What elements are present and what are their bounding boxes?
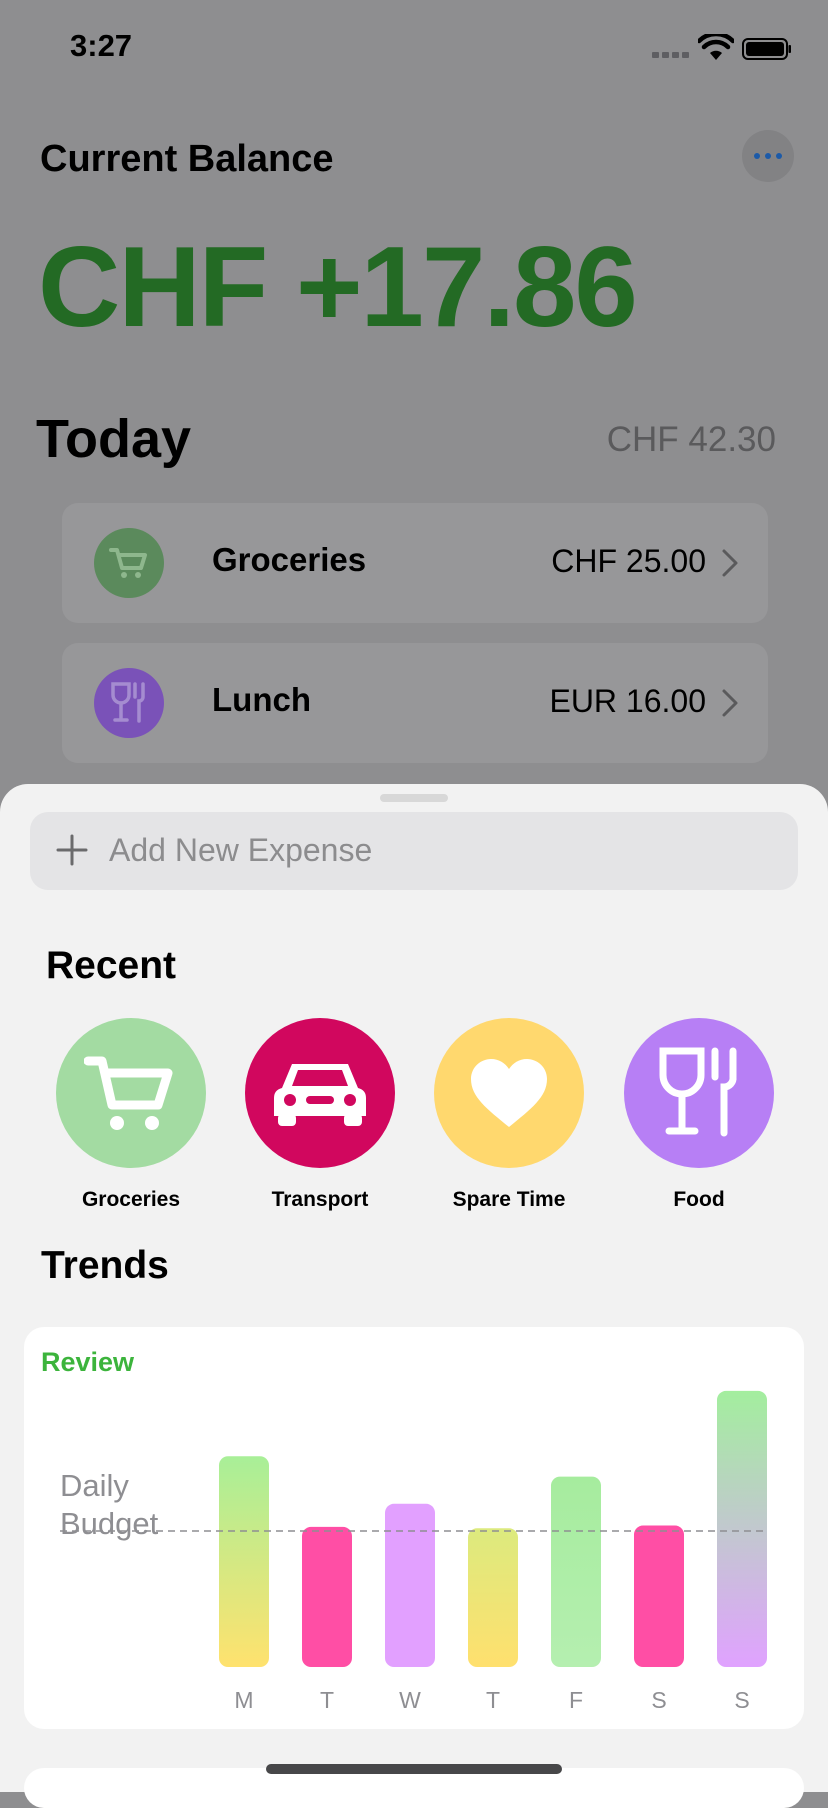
bar-6[interactable] (717, 1390, 767, 1667)
recent-label: Spare Time (452, 1188, 566, 1211)
trends-card[interactable]: Review Daily Budget MTWTFSS (24, 1327, 804, 1729)
chevron-right-icon (722, 549, 738, 577)
food-icon (94, 668, 164, 738)
bar-4[interactable] (551, 1476, 601, 1667)
recent-spare-time[interactable]: Spare Time (414, 1018, 604, 1212)
expense-amount: EUR 16.00 (549, 683, 706, 719)
weekly-spending-chart: MTWTFSS (60, 1390, 768, 1713)
day-label: M (234, 1687, 253, 1713)
bar-3[interactable] (468, 1528, 518, 1667)
expense-amount: CHF 25.00 (551, 543, 706, 579)
chevron-right-icon (722, 689, 738, 717)
status-time: 3:27 (70, 28, 133, 63)
expense-row-groceries[interactable]: Groceries CHF 25.00 (62, 503, 768, 623)
recent-label: Transport (271, 1188, 369, 1211)
day-label: T (320, 1687, 334, 1713)
home-indicator (266, 1764, 562, 1774)
add-expense-field[interactable]: Add New Expense (30, 812, 798, 890)
recent-label: Food (673, 1188, 725, 1211)
today-heading: Today (36, 409, 192, 469)
bar-0[interactable] (219, 1456, 269, 1667)
day-label: F (569, 1687, 583, 1713)
today-total: CHF 42.30 (606, 420, 776, 459)
heart-icon (434, 1018, 584, 1168)
expense-row-lunch[interactable]: Lunch EUR 16.00 (62, 643, 768, 763)
recent-heading: Recent (46, 944, 177, 987)
car-icon (245, 1018, 395, 1168)
battery-icon (742, 38, 791, 60)
day-label: S (734, 1687, 749, 1713)
expense-name: Lunch (212, 681, 311, 718)
bar-2[interactable] (385, 1503, 435, 1667)
bottom-sheet: Add New Expense Recent Groceries Transpo… (0, 784, 828, 1808)
more-options-button[interactable] (742, 130, 794, 182)
add-expense-placeholder: Add New Expense (109, 832, 373, 868)
food-icon (624, 1018, 774, 1168)
trends-heading: Trends (41, 1244, 169, 1287)
ellipsis-icon (754, 153, 760, 159)
recent-label: Groceries (81, 1188, 181, 1211)
bar-5[interactable] (634, 1525, 684, 1667)
bar-1[interactable] (302, 1526, 352, 1667)
sheet-grabber[interactable] (380, 794, 448, 802)
recent-food[interactable]: Food (604, 1018, 794, 1212)
current-balance: CHF +17.86 (38, 224, 638, 351)
day-label: S (651, 1687, 666, 1713)
day-label: T (486, 1687, 500, 1713)
next-card (24, 1768, 804, 1808)
day-label: W (399, 1687, 421, 1713)
page-title: Current Balance (40, 138, 334, 180)
recent-transport[interactable]: Transport (225, 1018, 415, 1212)
plus-icon (56, 834, 88, 866)
expense-name: Groceries (212, 541, 367, 578)
recent-groceries[interactable]: Groceries (36, 1018, 226, 1212)
cellular-signal-icon (652, 50, 690, 58)
wifi-icon (698, 34, 734, 60)
cart-icon (94, 528, 164, 598)
cart-icon (56, 1018, 206, 1168)
